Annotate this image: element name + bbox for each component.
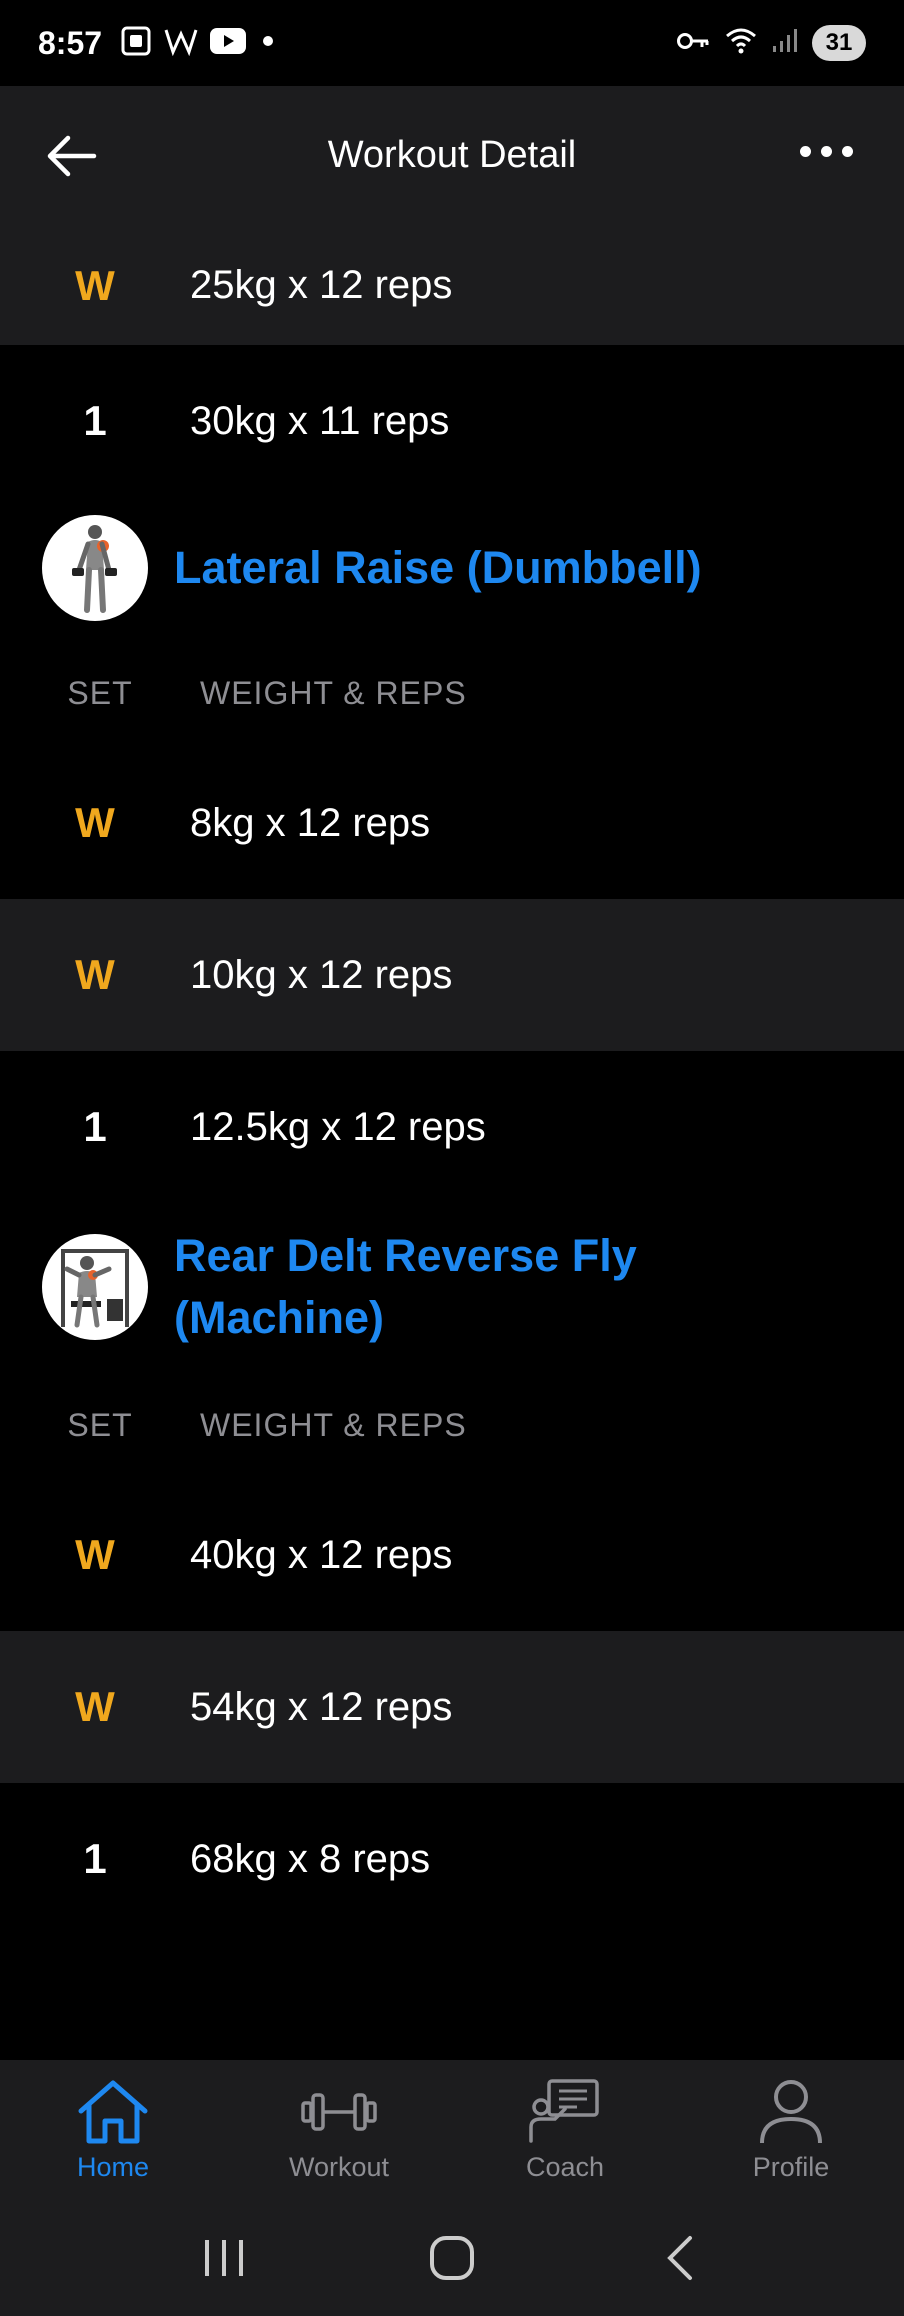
set-row: 1 12.5kg x 12 reps	[0, 1051, 904, 1203]
set-label: W	[75, 1531, 115, 1578]
column-weight-reps: WEIGHT & REPS	[200, 1406, 467, 1443]
profile-icon	[751, 2076, 831, 2148]
exercise-name[interactable]: Lateral Raise (Dumbbell)	[174, 537, 702, 599]
status-bar: 8:57 31	[0, 0, 904, 86]
set-value: 12.5kg x 12 reps	[190, 1104, 486, 1149]
more-dot-icon	[842, 146, 853, 157]
set-row: W 8kg x 12 reps	[0, 747, 904, 899]
more-dot-icon	[821, 146, 832, 157]
set-label: 1	[83, 1103, 107, 1150]
wifi-icon	[724, 26, 758, 61]
nav-item-coach[interactable]: Coach	[452, 2060, 678, 2200]
exercise-header[interactable]: Lateral Raise (Dumbbell)	[0, 497, 904, 639]
reverse-fly-machine-icon	[61, 1249, 129, 1328]
exercise-name-line2: (Machine)	[174, 1292, 385, 1343]
status-left-icons	[120, 25, 278, 62]
notification-dot-icon	[258, 31, 278, 56]
set-row: W 40kg x 12 reps	[0, 1479, 904, 1631]
column-weight-reps: WEIGHT & REPS	[200, 674, 467, 711]
more-options-button[interactable]	[800, 146, 864, 166]
set-label: W	[75, 799, 115, 846]
screenshot-icon	[120, 25, 152, 62]
recent-apps-button[interactable]	[184, 2228, 264, 2288]
signal-icon	[772, 28, 798, 59]
set-row: 1 68kg x 8 reps	[0, 1783, 904, 1935]
set-value: 68kg x 8 reps	[190, 1836, 431, 1881]
page-title: Workout Detail	[327, 134, 577, 176]
nav-item-workout[interactable]: Workout	[226, 2060, 452, 2200]
set-label: W	[75, 951, 115, 998]
nav-label-coach: Coach	[525, 2152, 605, 2182]
set-label: 1	[83, 397, 107, 444]
set-value: 8kg x 12 reps	[190, 800, 431, 845]
home-icon	[73, 2076, 153, 2148]
set-value: 30kg x 11 reps	[190, 398, 450, 443]
chevron-left-icon	[667, 2236, 692, 2280]
set-row: W 10kg x 12 reps	[0, 899, 904, 1051]
exercise-name[interactable]: Rear Delt Reverse Fly (Machine)	[174, 1225, 637, 1349]
exercise-header[interactable]: Rear Delt Reverse Fly (Machine)	[0, 1203, 904, 1371]
set-row: W 54kg x 12 reps	[0, 1631, 904, 1783]
vpn-key-icon	[676, 30, 710, 57]
battery-indicator: 31	[812, 25, 866, 61]
set-value: 10kg x 12 reps	[190, 952, 453, 997]
screen: 8:57 31 Workout Detail W 25kg x 12 reps …	[0, 0, 904, 2316]
status-time: 8:57	[38, 24, 103, 61]
exercise-thumbnail[interactable]	[42, 515, 148, 621]
lateral-raise-figure-icon	[72, 525, 117, 613]
nav-item-home[interactable]: Home	[0, 2060, 226, 2200]
coach-icon	[525, 2076, 605, 2148]
nav-label-workout: Workout	[288, 2152, 390, 2182]
home-system-button[interactable]	[412, 2228, 492, 2288]
bottom-nav: Home Workout Coach Profile	[0, 2060, 904, 2200]
set-value: 40kg x 12 reps	[190, 1532, 453, 1577]
home-circle-icon	[430, 2236, 474, 2280]
column-header: SET WEIGHT & REPS	[0, 1371, 904, 1479]
set-row: W 25kg x 12 reps	[0, 226, 904, 345]
nav-label-home: Home	[76, 2152, 150, 2182]
nav-label-profile: Profile	[752, 2152, 830, 2182]
column-header: SET WEIGHT & REPS	[0, 639, 904, 747]
set-label: W	[75, 261, 115, 309]
column-set: SET	[67, 674, 133, 711]
more-dot-icon	[800, 146, 811, 157]
workout-content: W 25kg x 12 reps 1 30kg x 11 reps Latera…	[0, 226, 904, 1935]
status-right-icons: 31	[676, 25, 866, 61]
set-label: 1	[83, 1835, 107, 1882]
back-system-button[interactable]	[640, 2228, 720, 2288]
set-row: 1 30kg x 11 reps	[0, 345, 904, 497]
app-header: Workout Detail	[0, 86, 904, 226]
set-label: W	[75, 1683, 115, 1730]
exercise-thumbnail[interactable]	[42, 1234, 148, 1340]
youtube-icon	[210, 27, 247, 59]
set-value: 25kg x 12 reps	[190, 263, 453, 307]
exercise-name-line1: Rear Delt Reverse Fly	[174, 1230, 637, 1281]
dumbbell-icon	[299, 2076, 379, 2148]
column-set: SET	[67, 1406, 133, 1443]
system-nav-bar	[0, 2200, 904, 2316]
nav-item-profile[interactable]: Profile	[678, 2060, 904, 2200]
w-app-icon	[164, 26, 198, 61]
recent-apps-icon	[205, 2240, 243, 2276]
set-value: 54kg x 12 reps	[190, 1684, 453, 1729]
